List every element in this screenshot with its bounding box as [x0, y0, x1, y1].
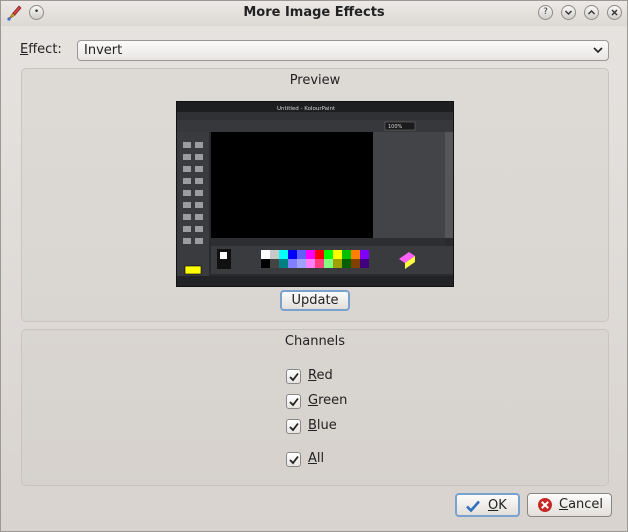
cancel-button[interactable]: Cancel: [527, 493, 612, 517]
chevron-down-icon: [593, 47, 603, 54]
checkbox-box[interactable]: [286, 419, 301, 434]
checkmark-icon: [289, 372, 299, 382]
maximize-button[interactable]: [584, 5, 599, 20]
close-button[interactable]: [607, 5, 622, 20]
help-button[interactable]: ?: [538, 5, 553, 20]
minimize-button[interactable]: [561, 5, 576, 20]
checkmark-icon: [289, 422, 299, 432]
preview-thumbnail: Untitled - KolourPaint 100%: [177, 102, 453, 286]
checkbox-box[interactable]: [286, 452, 301, 467]
effect-select-value: Invert: [84, 43, 123, 58]
channel-blue-label: Blue: [308, 418, 337, 433]
effect-label: Effect:: [20, 42, 62, 57]
ok-button[interactable]: OK: [455, 493, 520, 517]
update-button[interactable]: Update: [280, 290, 350, 311]
title-bar[interactable]: • More Image Effects ?: [1, 1, 627, 26]
dialog-window: • More Image Effects ? Effect: Invert Pr…: [0, 0, 628, 532]
channels-group-title: Channels: [284, 334, 346, 349]
preview-image: Untitled - KolourPaint 100%: [176, 101, 454, 287]
preview-group-title: Preview: [289, 73, 341, 88]
update-button-label: Update: [291, 293, 339, 308]
thumbnail-title: Untitled - KolourPaint: [277, 106, 336, 112]
effect-select[interactable]: Invert: [77, 40, 609, 61]
channel-red-label: Red: [308, 368, 333, 383]
chevron-up-icon: [588, 10, 595, 15]
chevron-down-icon: [565, 10, 572, 15]
cancel-icon: [538, 498, 552, 512]
checkmark-icon: [289, 397, 299, 407]
thumbnail-zoom: 100%: [388, 124, 403, 130]
close-icon: [611, 9, 618, 16]
channel-green-label: Green: [308, 393, 348, 408]
checkbox-box[interactable]: [286, 369, 301, 384]
cancel-button-label: Cancel: [559, 497, 604, 512]
checkbox-box[interactable]: [286, 394, 301, 409]
ok-button-label: OK: [488, 498, 507, 513]
channel-all-label: All: [308, 451, 325, 466]
checkmark-icon: [466, 500, 480, 513]
window-title: More Image Effects: [243, 5, 385, 20]
checkmark-icon: [289, 455, 299, 465]
